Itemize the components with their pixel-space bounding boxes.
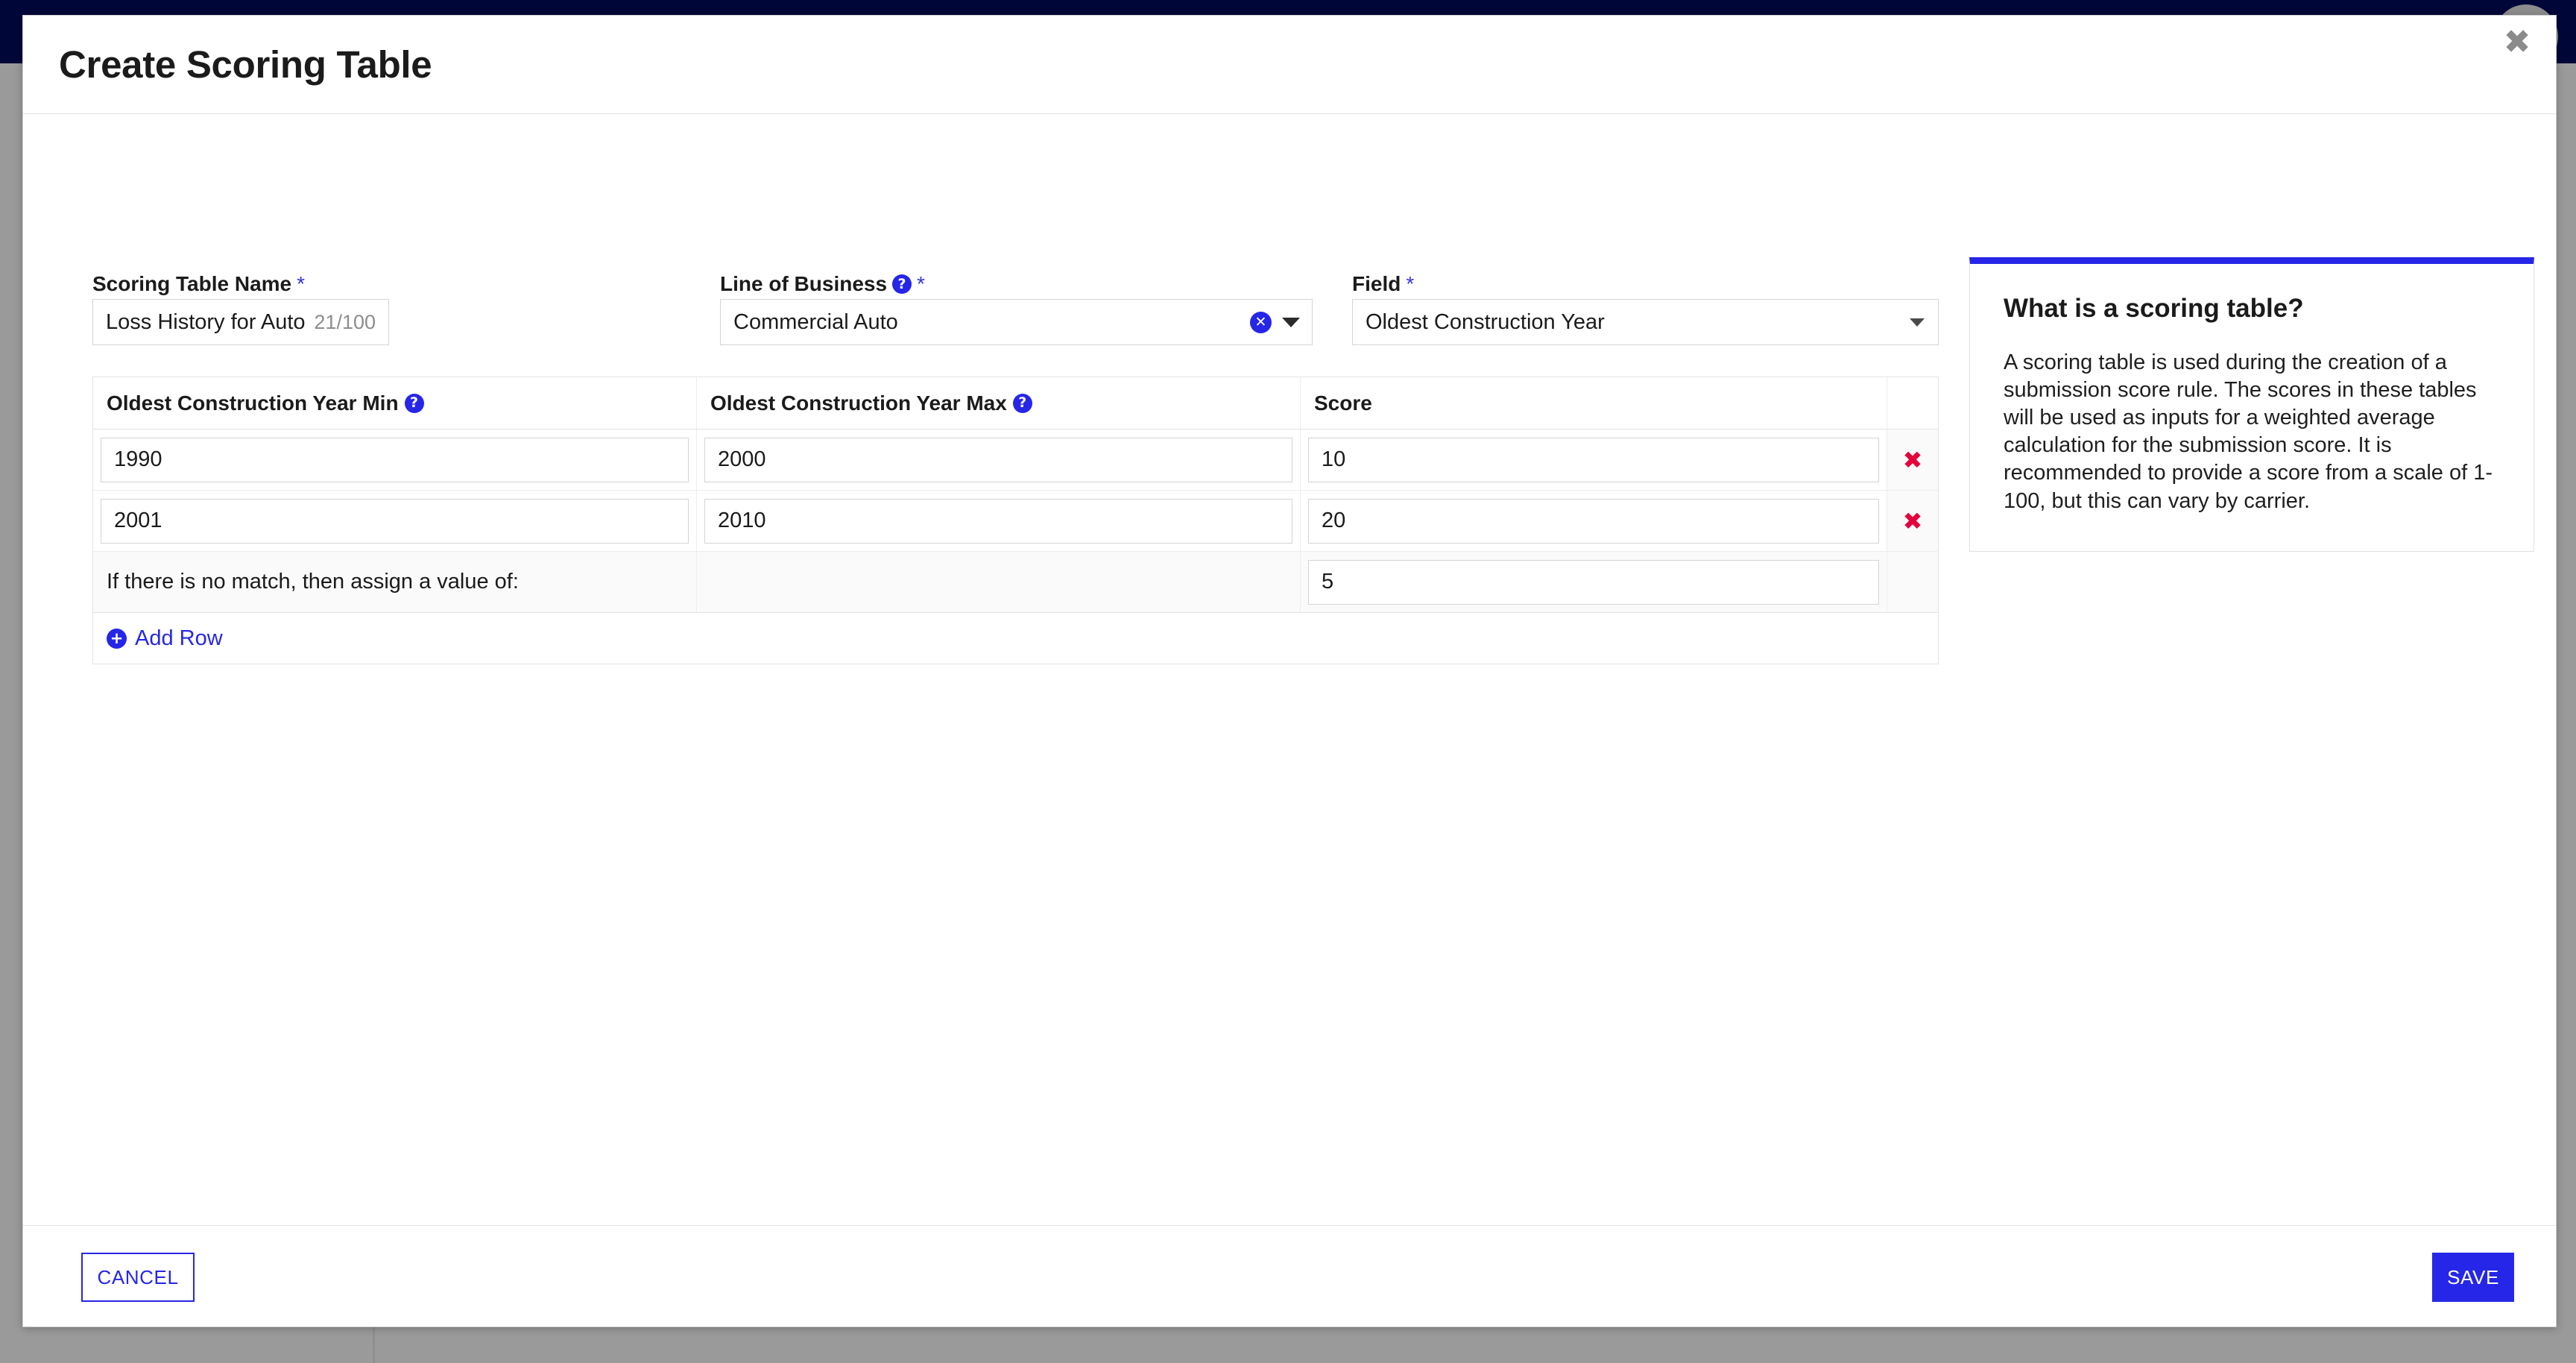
max-input[interactable]: 2010 [704, 498, 1292, 544]
column-header-score-label: Score [1314, 391, 1372, 415]
no-match-row: If there is no match, then assign a valu… [93, 552, 1938, 613]
chevron-down-icon[interactable] [1282, 317, 1300, 327]
no-match-empty-cell [697, 552, 1301, 612]
field-select[interactable]: Oldest Construction Year [1352, 299, 1939, 345]
line-of-business-label: Line of Business ? * [720, 272, 925, 296]
no-match-label: If there is no match, then assign a valu… [93, 552, 697, 612]
chevron-down-icon[interactable] [1910, 318, 1925, 327]
column-header-max: Oldest Construction Year Max ? [697, 377, 1301, 429]
field-value: Oldest Construction Year [1366, 309, 1605, 334]
close-icon[interactable]: ✖ [2496, 22, 2538, 63]
column-header-max-label: Oldest Construction Year Max [710, 391, 1007, 415]
save-button[interactable]: SAVE [2432, 1253, 2514, 1302]
cell-delete: ✖ [1887, 491, 1938, 551]
cancel-button[interactable]: CANCEL [81, 1253, 195, 1302]
column-header-score: Score [1301, 377, 1887, 429]
dialog-header: Create Scoring Table ✖ [23, 16, 2556, 114]
required-asterisk: * [1406, 272, 1415, 295]
add-row-container: + Add Row [93, 613, 1938, 664]
plus-icon: + [107, 628, 127, 649]
required-asterisk: * [917, 272, 925, 295]
background-panel-divider [373, 1327, 375, 1363]
dialog-footer: CANCEL SAVE [23, 1225, 2556, 1326]
info-panel: What is a scoring table? A scoring table… [1969, 257, 2534, 552]
field-label: Field * [1352, 272, 1414, 296]
required-asterisk: * [297, 272, 306, 295]
delete-row-icon[interactable]: ✖ [1903, 448, 1923, 472]
no-match-score-cell: 5 [1301, 552, 1887, 612]
help-icon[interactable]: ? [404, 393, 424, 413]
min-input[interactable]: 1990 [101, 437, 689, 482]
cell-min: 2001 [93, 491, 697, 551]
dialog-body: Scoring Table Name * Loss History for Au… [23, 114, 2556, 1225]
create-scoring-table-dialog: Create Scoring Table ✖ Scoring Table Nam… [22, 15, 2557, 1327]
scoring-table: Oldest Construction Year Min ? Oldest Co… [92, 377, 1939, 664]
table-row: 2001 2010 20 ✖ [93, 491, 1938, 552]
scoring-table-name-label-text: Scoring Table Name [92, 272, 292, 295]
delete-row-icon[interactable]: ✖ [1903, 509, 1923, 533]
help-icon[interactable]: ? [892, 274, 912, 294]
scoring-table-name-input[interactable]: Loss History for Auto 21/100 [92, 299, 389, 345]
no-match-score-input[interactable]: 5 [1308, 559, 1879, 605]
info-panel-title: What is a scoring table? [2004, 294, 2304, 323]
score-input[interactable]: 10 [1308, 437, 1879, 482]
table-header-row: Oldest Construction Year Min ? Oldest Co… [93, 377, 1938, 429]
help-icon[interactable]: ? [1012, 393, 1032, 413]
score-input[interactable]: 20 [1308, 498, 1879, 544]
add-row-button[interactable]: + Add Row [107, 626, 223, 651]
line-of-business-value: Commercial Auto [733, 309, 898, 334]
min-input[interactable]: 2001 [101, 498, 689, 544]
column-header-actions [1887, 377, 1938, 429]
cell-max: 2000 [697, 429, 1301, 490]
line-of-business-label-text: Line of Business [720, 272, 888, 295]
cell-score: 10 [1301, 429, 1887, 490]
page-title: Create Scoring Table [59, 43, 432, 86]
clear-icon[interactable]: ✕ [1250, 311, 1272, 333]
cell-min: 1990 [93, 429, 697, 490]
max-input[interactable]: 2000 [704, 437, 1292, 482]
scoring-table-name-label: Scoring Table Name * [92, 272, 305, 296]
add-row-label: Add Row [135, 626, 223, 650]
field-label-text: Field [1352, 272, 1401, 295]
line-of-business-select[interactable]: Commercial Auto ✕ [720, 299, 1313, 345]
column-header-min: Oldest Construction Year Min ? [93, 377, 697, 429]
no-match-actions-cell [1887, 552, 1938, 612]
character-counter: 21/100 [314, 310, 376, 333]
cell-score: 20 [1301, 491, 1887, 551]
info-panel-body: A scoring table is used during the creat… [2004, 350, 2493, 513]
cell-max: 2010 [697, 491, 1301, 551]
scoring-table-name-value: Loss History for Auto [106, 309, 306, 334]
column-header-min-label: Oldest Construction Year Min [107, 391, 399, 415]
cell-delete: ✖ [1887, 429, 1938, 490]
table-row: 1990 2000 10 ✖ [93, 429, 1938, 491]
